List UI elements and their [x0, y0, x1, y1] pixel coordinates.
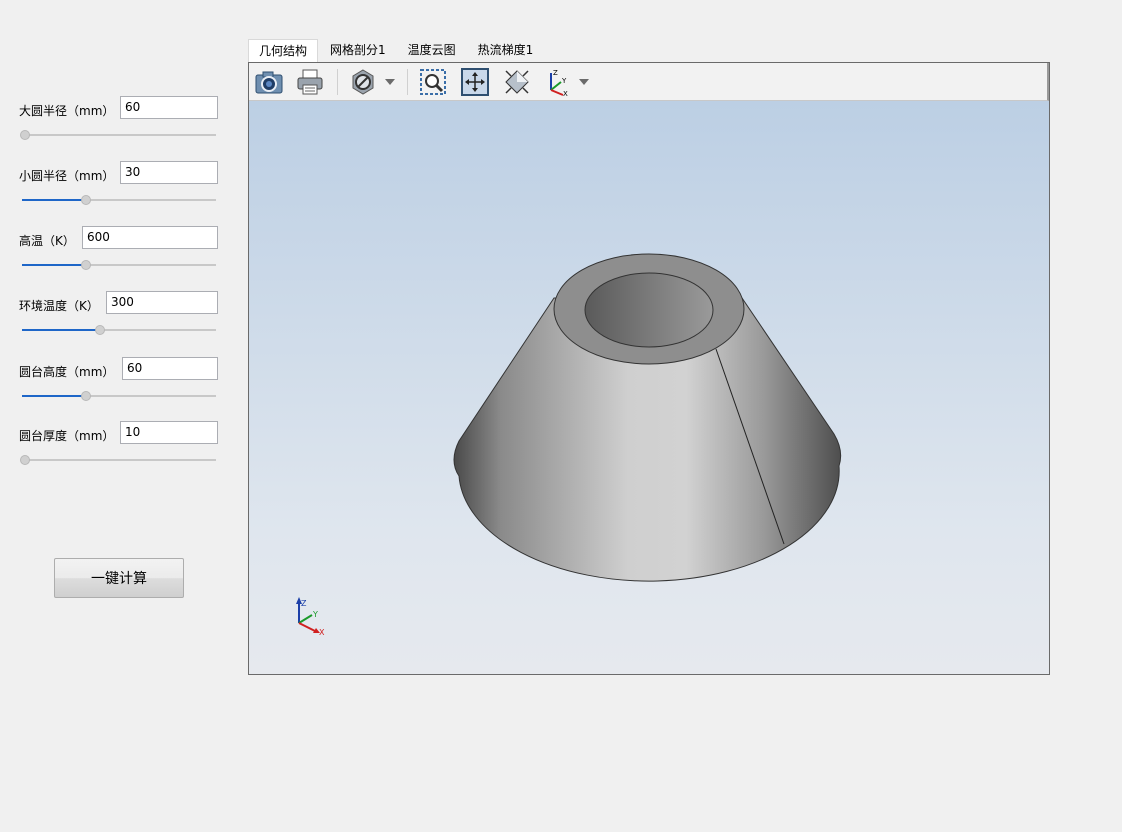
ambient-temp-input[interactable]: 300: [106, 291, 218, 314]
slider-handle[interactable]: [81, 391, 91, 401]
param-small-radius: 小圆半径（mm） 30: [0, 161, 230, 211]
frustum-height-label: 圆台高度（mm）: [19, 365, 115, 379]
calculate-button[interactable]: 一键计算: [54, 558, 184, 598]
frustum-thickness-label: 圆台厚度（mm）: [19, 429, 115, 443]
svg-text:X: X: [563, 90, 568, 97]
slider-fill: [22, 264, 86, 266]
frustum-height-input[interactable]: 60: [122, 357, 218, 380]
view-axes-icon[interactable]: Z Y X: [543, 67, 573, 98]
large-radius-input[interactable]: 60: [120, 96, 218, 119]
3d-canvas[interactable]: Z Y X: [249, 101, 1049, 674]
svg-text:Y: Y: [561, 77, 567, 85]
view-tabs: 几何结构 网格剖分1 温度云图 热流梯度1: [248, 39, 543, 63]
slider-handle[interactable]: [81, 260, 91, 270]
tab-geometry[interactable]: 几何结构: [248, 39, 319, 63]
high-temp-input[interactable]: 600: [82, 226, 218, 249]
slider-handle[interactable]: [81, 195, 91, 205]
slider-fill: [22, 199, 86, 201]
ambient-temp-slider[interactable]: [22, 325, 216, 335]
slider-track: [22, 134, 216, 136]
3d-viewer: Z Y X Z Y X: [248, 62, 1050, 675]
axis-y-label: Y: [312, 610, 318, 619]
axis-z-label: Z: [301, 599, 307, 608]
slider-handle[interactable]: [95, 325, 105, 335]
frustum-thickness-input[interactable]: 10: [120, 421, 218, 444]
axis-triad: Z Y X: [296, 597, 325, 637]
large-radius-label: 大圆半径（mm）: [19, 104, 115, 118]
slider-handle[interactable]: [20, 455, 30, 465]
param-large-radius: 大圆半径（mm） 60: [0, 96, 230, 146]
slider-track: [22, 459, 216, 461]
axis-x-label: X: [319, 628, 325, 637]
slider-fill: [22, 395, 86, 397]
camera-icon[interactable]: [254, 67, 284, 97]
slider-fill: [22, 329, 100, 331]
pan-icon[interactable]: [460, 67, 490, 97]
tab-heat-flux[interactable]: 热流梯度1: [466, 39, 544, 63]
slider-handle[interactable]: [20, 130, 30, 140]
view-axes-dropdown-icon[interactable]: [579, 79, 589, 85]
ambient-temp-label: 环境温度（K）: [19, 299, 99, 313]
fit-all-icon[interactable]: [502, 67, 532, 97]
frustum-thickness-slider[interactable]: [20, 455, 216, 465]
high-temp-slider[interactable]: [22, 260, 216, 270]
display-mode-dropdown-icon[interactable]: [385, 79, 395, 85]
param-frustum-height: 圆台高度（mm） 60: [0, 357, 230, 407]
display-mode-icon[interactable]: [348, 67, 378, 97]
viewer-toolbar: Z Y X: [249, 63, 1049, 101]
frustum-model: Z Y X: [296, 253, 842, 637]
small-radius-label: 小圆半径（mm）: [19, 169, 115, 183]
tab-temperature[interactable]: 温度云图: [396, 39, 466, 63]
frustum-height-slider[interactable]: [22, 391, 216, 401]
print-icon[interactable]: [295, 67, 325, 97]
toolbar-separator: [337, 69, 338, 95]
frustum-inner-hole: [584, 272, 714, 348]
tab-mesh[interactable]: 网格剖分1: [318, 39, 396, 63]
high-temp-label: 高温（K）: [19, 234, 75, 248]
small-radius-slider[interactable]: [22, 195, 216, 205]
param-high-temp: 高温（K） 600: [0, 226, 230, 276]
param-ambient-temp: 环境温度（K） 300: [0, 291, 230, 341]
small-radius-input[interactable]: 30: [120, 161, 218, 184]
toolbar-separator: [407, 69, 408, 95]
large-radius-slider[interactable]: [20, 130, 216, 140]
zoom-window-icon[interactable]: [418, 67, 448, 97]
param-frustum-thickness: 圆台厚度（mm） 10: [0, 421, 230, 471]
svg-text:Z: Z: [553, 69, 558, 77]
